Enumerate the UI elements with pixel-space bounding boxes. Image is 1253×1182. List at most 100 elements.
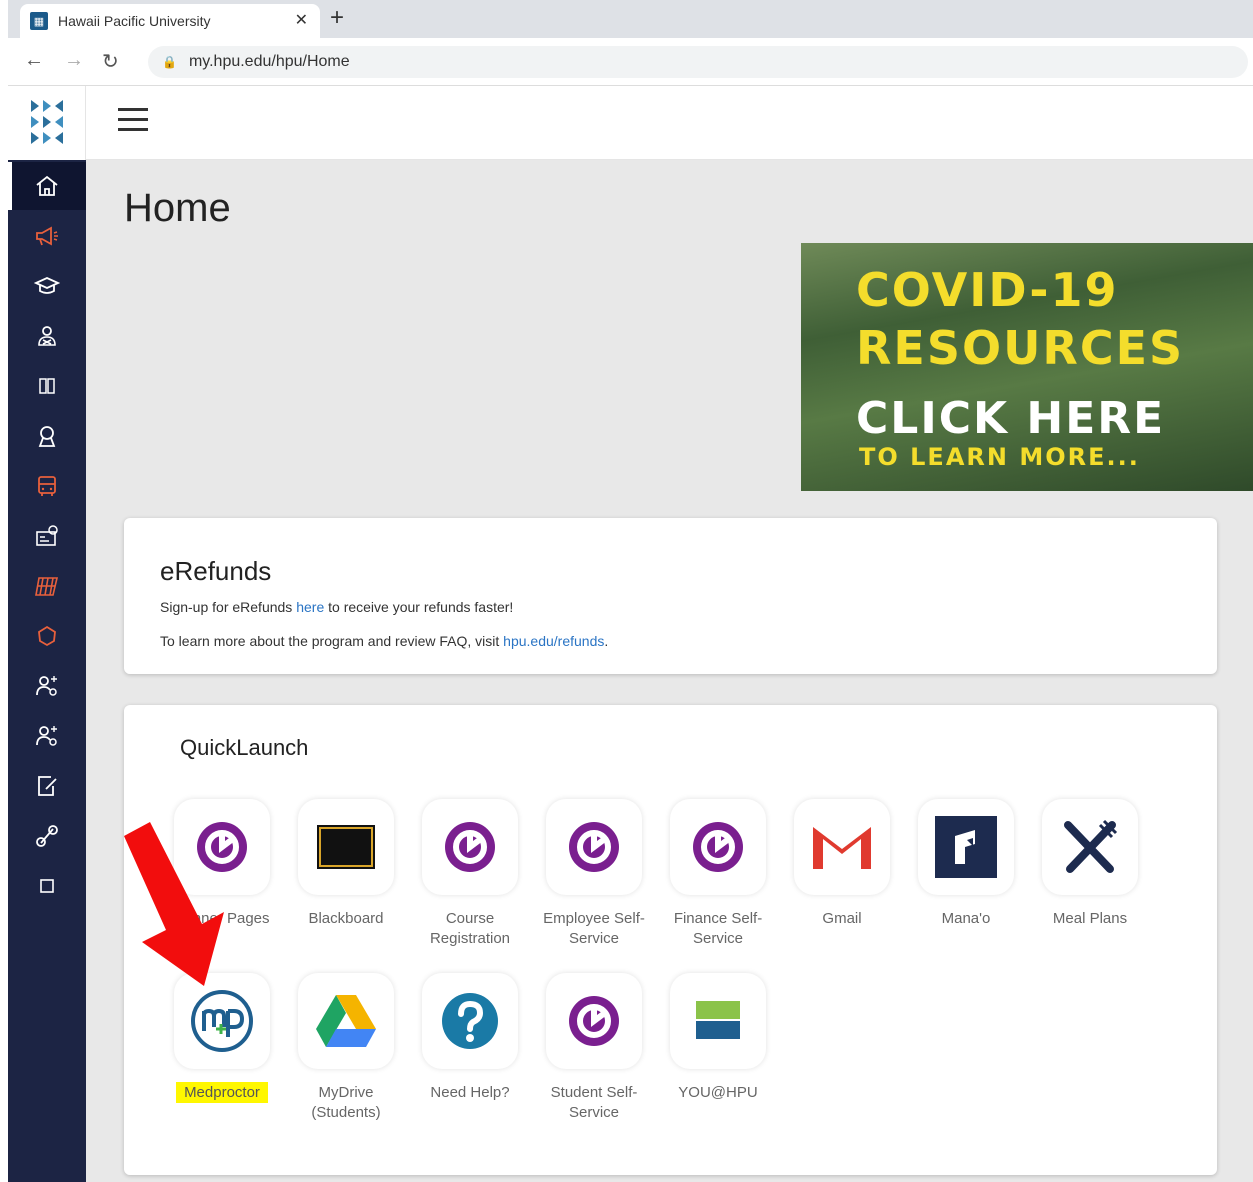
erefunds-line-1-suffix: to receive your refunds faster! <box>324 599 514 615</box>
tile-label: MyDrive (Students) <box>311 1084 381 1121</box>
erefunds-line-2: To learn more about the program and revi… <box>160 633 608 649</box>
tile-label: Course Registration <box>429 910 511 947</box>
manao-icon <box>935 816 997 878</box>
tile-icon-box <box>670 799 766 895</box>
reload-icon[interactable]: ↻ <box>102 49 119 74</box>
person-settings-icon <box>36 676 57 696</box>
top-bar <box>86 86 1253 160</box>
back-arrow-icon[interactable]: ← <box>24 49 44 72</box>
gmail-icon <box>813 827 871 869</box>
sidebar-item-square[interactable] <box>8 862 86 910</box>
covid-banner[interactable]: COVID-19 RESOURCES CLICK HERE TO LEARN M… <box>801 243 1253 491</box>
tile-label: Finance Self-Service <box>673 910 763 947</box>
hamburger-menu-icon[interactable] <box>118 108 148 132</box>
url-field[interactable]: 🔒 my.hpu.edu/hpu/Home <box>148 46 1248 78</box>
erefunds-line-1: Sign-up for eRefunds here to receive you… <box>160 599 513 615</box>
tile-icon-box <box>794 799 890 895</box>
tile-label: Student Self-Service <box>550 1084 638 1121</box>
tab-close-icon[interactable]: ✕ <box>295 10 308 30</box>
erefunds-line-2-suffix: . <box>604 633 609 649</box>
tile-mydrive[interactable]: MyDrive (Students) <box>286 973 406 1123</box>
calendar-icon <box>35 577 59 596</box>
sidebar-item-links[interactable] <box>8 812 86 860</box>
tile-finance-self-service[interactable]: Finance Self-Service <box>658 799 778 949</box>
sidebar-item-announcements[interactable] <box>8 212 86 260</box>
sidebar-item-location[interactable] <box>8 412 86 460</box>
erefunds-here-link[interactable]: here <box>296 599 324 615</box>
tile-icon-box <box>1042 799 1138 895</box>
tile-label: Medproctor <box>176 1082 268 1103</box>
tile-meal-plans[interactable]: Meal Plans <box>1030 799 1150 929</box>
fork-knife-icon <box>1064 819 1118 873</box>
square-icon <box>40 879 54 893</box>
banner-line-4: TO LEARN MORE... <box>859 443 1140 471</box>
help-icon <box>442 993 498 1049</box>
erefunds-line-2-text: To learn more about the program and revi… <box>160 633 504 649</box>
tile-student-self-service[interactable]: Student Self-Service <box>534 973 654 1123</box>
power-purple-icon <box>569 996 619 1046</box>
erefunds-line-1-text: Sign-up for eRefunds <box>160 599 297 615</box>
lock-icon: 🔒 <box>162 55 177 69</box>
tile-manao[interactable]: Mana'o <box>906 799 1026 929</box>
home-icon <box>36 175 58 196</box>
sidebar-item-calendar[interactable] <box>8 562 86 610</box>
tile-blackboard[interactable]: Blackboard <box>286 799 406 929</box>
red-arrow-icon <box>124 822 224 986</box>
banner-line-3: CLICK HERE <box>856 393 1166 444</box>
link-icon <box>36 825 58 847</box>
sidebar-item-transport[interactable] <box>8 462 86 510</box>
graduation-cap-icon <box>34 277 60 294</box>
google-drive-icon <box>316 995 376 1047</box>
forward-arrow-icon[interactable]: → <box>64 49 84 72</box>
erefunds-title: eRefunds <box>160 556 272 586</box>
tile-icon-box <box>422 973 518 1069</box>
tile-medproctor[interactable]: Medproctor <box>162 973 282 1103</box>
tile-label: Need Help? <box>430 1084 510 1101</box>
url-text: my.hpu.edu/hpu/Home <box>188 53 350 70</box>
power-purple-icon <box>569 822 619 872</box>
sidebar-item-people-1[interactable] <box>8 662 86 710</box>
sidebar-item-academics[interactable] <box>8 262 86 310</box>
sidebar-item-advising[interactable] <box>8 312 86 360</box>
erefunds-faq-link[interactable]: hpu.edu/refunds <box>503 633 604 649</box>
hpu-logo[interactable] <box>8 86 86 160</box>
tile-icon-box <box>918 799 1014 895</box>
quicklaunch-card: QuickLaunch Banner Pages Blackboard Cour… <box>124 705 1217 1175</box>
sidebar-item-id-card[interactable] <box>8 512 86 560</box>
sidebar-item-edit[interactable] <box>8 762 86 810</box>
sidebar-item-people-2[interactable] <box>8 712 86 760</box>
sidebar-item-home[interactable] <box>8 162 86 210</box>
banner-line-1: COVID-19 <box>856 263 1119 317</box>
tile-label: Employee Self-Service <box>543 910 645 947</box>
youhpu-icon <box>696 1001 740 1039</box>
tile-gmail[interactable]: Gmail <box>782 799 902 929</box>
tile-employee-self-service[interactable]: Employee Self-Service <box>534 799 654 949</box>
users-icon <box>38 326 56 346</box>
quicklaunch-title: QuickLaunch <box>180 735 309 760</box>
tile-course-registration[interactable]: Course Registration <box>410 799 530 949</box>
megaphone-icon <box>36 226 58 246</box>
tile-label: YOU@HPU <box>678 1084 758 1101</box>
tile-label: Blackboard <box>308 910 384 927</box>
tile-label: Meal Plans <box>1052 910 1128 927</box>
sidebar-item-globe[interactable] <box>8 612 86 660</box>
tile-label: Gmail <box>822 910 862 927</box>
tile-label-highlighted: Medproctor <box>162 1082 282 1103</box>
tile-icon-box <box>298 799 394 895</box>
edit-note-icon <box>38 776 57 796</box>
hpu-logo-icon <box>30 100 63 144</box>
tab-bar: ▦ Hawaii Pacific University ✕ + <box>8 0 1253 38</box>
browser-tab[interactable]: ▦ Hawaii Pacific University ✕ <box>20 4 320 38</box>
tile-you-hpu[interactable]: YOU@HPU <box>658 973 778 1103</box>
medproctor-icon <box>191 990 253 1052</box>
erefunds-card: eRefunds Sign-up for eRefunds here to re… <box>124 518 1217 674</box>
power-purple-icon <box>693 822 743 872</box>
sidebar-item-columns[interactable] <box>8 362 86 410</box>
main-content: Home COVID-19 RESOURCES CLICK HERE TO LE… <box>86 160 1253 1182</box>
tile-icon-box <box>546 799 642 895</box>
tile-icon-box <box>298 973 394 1069</box>
tile-need-help[interactable]: Need Help? <box>410 973 530 1103</box>
hpu-favicon-icon: ▦ <box>30 12 48 30</box>
banner-line-2: RESOURCES <box>856 321 1185 375</box>
new-tab-button[interactable]: + <box>330 4 344 32</box>
